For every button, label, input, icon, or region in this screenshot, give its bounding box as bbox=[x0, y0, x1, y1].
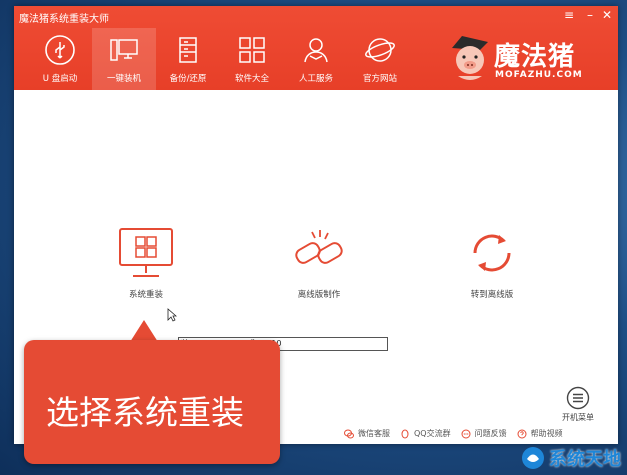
boot-menu-button[interactable]: 开机菜单 bbox=[562, 386, 594, 423]
footer-feedback-label: 问题反馈 bbox=[474, 429, 507, 438]
brand-logo: 魔法猪 MOFAZHU.COM bbox=[448, 32, 618, 84]
option-system-reinstall[interactable]: 系统重装 bbox=[96, 226, 196, 300]
backup-icon bbox=[179, 37, 197, 63]
usb-icon bbox=[45, 35, 75, 65]
nav-backup-restore[interactable]: 备份/还原 bbox=[156, 28, 220, 90]
help-icon bbox=[517, 429, 527, 438]
option-switch-offline[interactable]: 转到离线版 bbox=[442, 226, 542, 300]
callout-box: 选择系统重装 bbox=[24, 340, 280, 464]
footer-wechat-label: 微信客服 bbox=[358, 429, 390, 438]
nav-usb-boot-label: U 盘启动 bbox=[42, 74, 78, 84]
option-offline-build-label: 离线版制作 bbox=[297, 290, 341, 300]
mouse-cursor-icon bbox=[167, 308, 177, 322]
globe-icon bbox=[365, 38, 395, 62]
footer-feedback[interactable]: 问题反馈 bbox=[461, 428, 507, 439]
footer-links: 微信客服 QQ交流群 问题反馈 帮助视频 bbox=[344, 428, 563, 439]
close-button[interactable]: ✕ bbox=[602, 8, 612, 22]
footer-help-video-label: 帮助视频 bbox=[530, 429, 563, 438]
pig-mascot-icon bbox=[452, 36, 488, 80]
wechat-icon bbox=[344, 429, 354, 438]
nav-manual-service-label: 人工服务 bbox=[298, 74, 333, 84]
boot-menu-label: 开机菜单 bbox=[562, 413, 594, 422]
option-offline-build[interactable]: 离线版制作 bbox=[269, 226, 369, 300]
callout-text: 选择系统重装 bbox=[46, 393, 244, 432]
windows-monitor-icon bbox=[119, 228, 173, 277]
feedback-icon bbox=[461, 429, 471, 438]
footer-qq[interactable]: QQ交流群 bbox=[400, 428, 451, 439]
brand-name: 魔法猪 bbox=[494, 42, 576, 72]
main-nav: U 盘启动 一键装机 备份/还原 软件大全 人工服务 官方网站 bbox=[28, 28, 412, 90]
app-header: 魔法猪系统重装大师 ≡ – ✕ U 盘启动 一键装机 备份/还原 软件大全 人工… bbox=[14, 6, 618, 90]
watermark-logo-icon bbox=[522, 447, 544, 469]
nav-usb-boot[interactable]: U 盘启动 bbox=[28, 28, 92, 90]
nav-official-site-label: 官方网站 bbox=[362, 74, 397, 84]
menu-button[interactable]: ≡ bbox=[564, 8, 574, 22]
footer-qq-label: QQ交流群 bbox=[414, 429, 451, 438]
watermark-text: 系统天地 bbox=[549, 449, 621, 470]
nav-manual-service[interactable]: 人工服务 bbox=[284, 28, 348, 90]
refresh-icon bbox=[473, 234, 511, 272]
footer-help-video[interactable]: 帮助视频 bbox=[517, 428, 563, 439]
apps-grid-icon bbox=[239, 37, 265, 63]
nav-one-click-install-label: 一键装机 bbox=[106, 74, 141, 84]
footer-wechat[interactable]: 微信客服 bbox=[344, 428, 390, 439]
option-switch-offline-label: 转到离线版 bbox=[470, 290, 514, 300]
nav-official-site[interactable]: 官方网站 bbox=[348, 28, 412, 90]
nav-software-label: 软件大全 bbox=[234, 74, 269, 84]
minimize-button[interactable]: – bbox=[587, 8, 593, 22]
watermark: 系统天地 bbox=[520, 445, 621, 471]
monitor-icon bbox=[110, 39, 138, 61]
chain-link-icon bbox=[295, 230, 343, 264]
nav-one-click-install[interactable]: 一键装机 bbox=[92, 28, 156, 90]
callout-pointer bbox=[130, 320, 158, 342]
nav-software[interactable]: 软件大全 bbox=[220, 28, 284, 90]
qq-icon bbox=[401, 429, 409, 438]
support-person-icon bbox=[304, 38, 328, 63]
window-title: 魔法猪系统重装大师 bbox=[19, 14, 109, 25]
brand-url: MOFAZHU.COM bbox=[495, 70, 583, 80]
list-menu-icon bbox=[566, 386, 590, 410]
nav-backup-restore-label: 备份/还原 bbox=[169, 74, 207, 84]
option-system-reinstall-label: 系统重装 bbox=[128, 290, 163, 300]
